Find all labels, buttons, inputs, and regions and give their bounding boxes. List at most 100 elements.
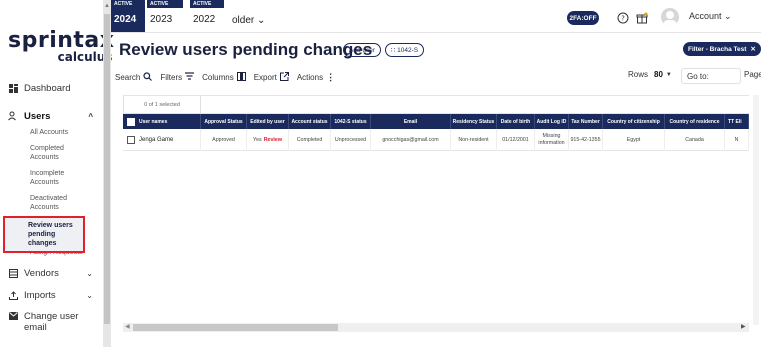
sidebar-item-dashboard[interactable]: Dashboard (0, 78, 103, 98)
older-label: older (232, 15, 255, 26)
sidebar-subitem-completed[interactable]: Completed Accounts (0, 144, 90, 162)
col-header-edited[interactable]: Edited by user (247, 114, 289, 129)
filter-chip[interactable]: Filter - Bracha Test ✕ (683, 42, 761, 56)
cell-tt: N (725, 129, 749, 151)
edited-value: Yes (253, 137, 262, 143)
rows-value: 80 (654, 70, 663, 79)
imports-icon (8, 290, 18, 300)
scroll-right-arrow-icon[interactable]: ▶ (741, 323, 746, 330)
export-icon (279, 71, 289, 83)
older-years-dropdown[interactable]: older ⌄ (232, 15, 265, 26)
logo[interactable]: sprintax calculus (8, 28, 115, 65)
sidebar: sprintax calculus Dashboard Users ^ All … (0, 0, 114, 347)
export-label: Export (253, 72, 277, 82)
columns-label: Columns (202, 72, 234, 82)
close-icon[interactable]: ✕ (750, 45, 755, 53)
2fa-status-badge[interactable]: 2FA:OFF (567, 11, 599, 25)
cell-residency: Non-resident (451, 129, 497, 151)
sidebar-item-users[interactable]: Users ^ (0, 106, 103, 126)
cell-residence: Canada (665, 129, 725, 151)
col-header-approval[interactable]: Approval Status (201, 114, 247, 129)
chevron-down-icon[interactable]: ⌄ (86, 269, 93, 278)
form-1042s-button[interactable]: ∷ 1042-S (385, 43, 425, 57)
sidebar-subitem-deactivated[interactable]: Deactivated Accounts (0, 194, 90, 212)
sidebar-item-vendors[interactable]: Vendors ⌄ (0, 263, 103, 283)
goto-label: Go to: (687, 71, 709, 81)
more-icon: ⋮ (326, 71, 336, 82)
search-label: Search (115, 72, 141, 82)
cell-tax: 915-42-1355 (569, 129, 603, 151)
col-header-residence[interactable]: Country of residence (665, 114, 725, 129)
year-label: 2022 (193, 14, 216, 25)
main-content: ACTIVE 2024 ACTIVE 2023 ACTIVE 2022 olde… (111, 0, 761, 347)
form-1042s-label: 1042-S (397, 46, 419, 54)
table-vertical-scrollbar[interactable] (753, 95, 759, 325)
logo-name: sprintax (8, 28, 115, 53)
sidebar-subitem-review-pending[interactable]: Review users pending changes (3, 216, 85, 253)
chevron-up-icon[interactable]: ^ (88, 112, 93, 121)
sidebar-scrollbar-thumb[interactable] (104, 14, 110, 324)
sidebar-item-label: Users (24, 110, 51, 122)
goto-input[interactable]: Go to: (681, 68, 741, 84)
col-header-dob[interactable]: Date of birth (497, 114, 535, 129)
active-badge: ACTIVE (111, 0, 145, 8)
chevron-down-icon[interactable]: ⌄ (86, 291, 93, 300)
table-top-line (201, 96, 749, 114)
sidebar-item-label: Vendors (24, 267, 59, 279)
mail-icon (8, 311, 18, 321)
chevron-down-icon: ⌄ (724, 11, 732, 21)
svg-text:?: ? (621, 15, 625, 23)
add-user-button[interactable]: Add user (343, 43, 382, 57)
cell-citizenship: Egypt (603, 129, 665, 151)
col-header-audit[interactable]: Audit Log ID (535, 114, 569, 129)
actions-button[interactable]: Actions ⋮ (297, 72, 335, 83)
table-toolbar: Search Filters Columns Export Actions ⋮ (115, 70, 343, 84)
filters-button[interactable]: Filters (160, 72, 195, 82)
year-tab-2023[interactable]: ACTIVE 2023 (147, 0, 183, 32)
header-label: User names (139, 118, 168, 125)
page-title: Review users pending changes (119, 40, 373, 59)
search-icon (143, 71, 153, 83)
review-link[interactable]: Review (264, 137, 282, 143)
col-header-residency[interactable]: Residency Status (451, 114, 497, 129)
scroll-left-arrow-icon[interactable]: ◀ (125, 323, 130, 330)
col-header-tax[interactable]: Tax Number (569, 114, 603, 129)
users-icon (8, 111, 18, 121)
select-all-checkbox[interactable] (127, 117, 135, 126)
filter-icon (185, 72, 195, 82)
year-tab-2022[interactable]: ACTIVE 2022 (190, 0, 224, 32)
sidebar-item-label: Change user email (24, 311, 79, 333)
col-header-account-status[interactable]: Account status (289, 114, 331, 129)
export-button[interactable]: Export (253, 71, 289, 83)
year-tab-2024[interactable]: ACTIVE 2024 (111, 0, 145, 32)
top-bar: ACTIVE 2024 ACTIVE 2023 ACTIVE 2022 olde… (111, 0, 761, 33)
col-header-citizenship[interactable]: Country of citizenship (603, 114, 665, 129)
rows-per-page[interactable]: Rows 80 ▼ (628, 70, 672, 79)
chevron-down-icon: ⌄ (257, 15, 266, 26)
scroll-up-arrow-icon[interactable]: ▲ (104, 3, 110, 9)
cell-user-name[interactable]: Jenga Game (123, 129, 201, 151)
gift-icon[interactable] (635, 11, 649, 25)
col-header-user-names[interactable]: User names (123, 114, 201, 129)
help-icon[interactable]: ? (616, 11, 630, 25)
search-button[interactable]: Search (115, 71, 153, 83)
row-checkbox[interactable] (127, 136, 135, 144)
sidebar-item-imports[interactable]: Imports ⌄ (0, 285, 103, 305)
active-badge: ACTIVE (190, 0, 224, 8)
avatar[interactable] (661, 8, 679, 26)
col-header-email[interactable]: Email (371, 114, 451, 129)
columns-button[interactable]: Columns (202, 71, 246, 83)
page-indicator: Page: 1 (744, 70, 761, 79)
table-horizontal-scrollbar-thumb[interactable] (133, 324, 338, 331)
sidebar-subitem-all-accounts[interactable]: All Accounts (0, 128, 103, 137)
goto-page: Go to: (677, 67, 741, 85)
filters-label: Filters (160, 72, 183, 82)
actions-label: Actions (296, 72, 324, 82)
account-menu[interactable]: Account ⌄ (689, 11, 732, 22)
sidebar-subitem-incomplete[interactable]: Incomplete Accounts (0, 169, 90, 187)
col-header-1042s[interactable]: 1042-S status (331, 114, 371, 129)
col-header-tt[interactable]: TT Eli (725, 114, 749, 129)
sidebar-item-label: Imports (24, 289, 56, 301)
sidebar-item-change-email[interactable]: Change user email (0, 307, 103, 335)
table-row[interactable]: Jenga Game Approved Yes Review Completed… (123, 129, 749, 151)
